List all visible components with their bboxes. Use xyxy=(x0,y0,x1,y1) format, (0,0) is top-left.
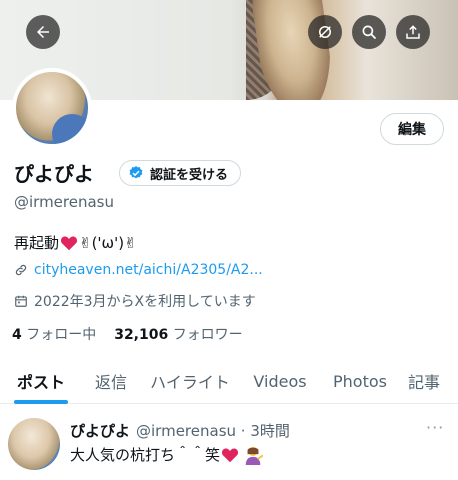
post-author-avatar[interactable] xyxy=(8,418,60,470)
get-verified-button[interactable]: 認証を受ける xyxy=(119,160,242,186)
profile-link-row: cityheaven.net/aichi/A2305/A2... xyxy=(14,262,263,278)
post-more-button[interactable]: ··· xyxy=(426,418,444,437)
red-heart-icon xyxy=(60,235,78,250)
profile-bio: 再起動 ✌('ω')✌ xyxy=(14,232,137,253)
profile-avatar[interactable] xyxy=(12,68,92,148)
back-button[interactable] xyxy=(26,15,60,49)
link-icon xyxy=(15,264,27,276)
follow-stats: 4 フォロー中 32,106 フォロワー xyxy=(12,324,243,344)
profile-name: ぴよぴよ xyxy=(14,162,94,186)
followers-stat[interactable]: 32,106 フォロワー xyxy=(114,324,242,344)
tab-replies[interactable]: 返信 xyxy=(82,358,140,404)
search-button[interactable] xyxy=(352,15,386,49)
share-icon xyxy=(406,25,420,39)
tab-posts[interactable]: ポスト xyxy=(0,358,82,404)
tab-videos[interactable]: Videos xyxy=(240,358,320,404)
tab-highlights[interactable]: ハイライト xyxy=(140,358,240,404)
get-verified-label: 認証を受ける xyxy=(150,167,229,183)
post-author-name[interactable]: ぴよぴよ xyxy=(70,420,130,441)
arrow-left-icon xyxy=(37,26,49,38)
red-heart-icon xyxy=(221,447,239,462)
tab-photos[interactable]: Photos xyxy=(320,358,400,404)
bio-text-suffix: ✌('ω')✌ xyxy=(79,233,137,252)
verified-badge-icon xyxy=(129,166,143,179)
profile-website-link[interactable]: cityheaven.net/aichi/A2305/A2... xyxy=(34,262,263,278)
mute-button[interactable] xyxy=(308,15,342,49)
share-button[interactable] xyxy=(396,15,430,49)
person-tipping-hand-emoji-icon xyxy=(245,446,264,465)
followers-count: 32,106 xyxy=(114,327,169,343)
profile-tabs: ポスト 返信 ハイライト Videos Photos 記事 xyxy=(0,358,458,404)
bio-text-prefix: 再起動 xyxy=(14,234,60,252)
edit-profile-button[interactable]: 編集 xyxy=(380,113,444,145)
tab-articles[interactable]: 記事 xyxy=(400,358,458,404)
following-label: フォロー中 xyxy=(26,327,97,343)
post-text: 大人気の杭打ち＾＾笑 xyxy=(70,444,264,465)
post-text-body: 大人気の杭打ち＾＾笑 xyxy=(70,446,221,464)
profile-joined-row: 2022年3月からXを利用しています xyxy=(14,291,256,311)
followers-label: フォロワー xyxy=(172,327,243,343)
following-count: 4 xyxy=(12,327,22,343)
joined-date-text: 2022年3月からXを利用しています xyxy=(34,294,256,310)
following-stat[interactable]: 4 フォロー中 xyxy=(12,324,96,344)
avatar-detail xyxy=(52,114,88,144)
profile-handle: @irmerenasu xyxy=(14,193,114,211)
post-header: ぴよぴよ @irmerenasu · 3時間 xyxy=(70,420,290,441)
post-handle-time: @irmerenasu · 3時間 xyxy=(136,422,290,440)
post-item[interactable]: ぴよぴよ @irmerenasu · 3時間 ··· 大人気の杭打ち＾＾笑 xyxy=(0,404,458,480)
calendar-icon xyxy=(15,295,27,307)
slash-circle-icon xyxy=(319,26,331,38)
search-icon xyxy=(362,25,376,39)
